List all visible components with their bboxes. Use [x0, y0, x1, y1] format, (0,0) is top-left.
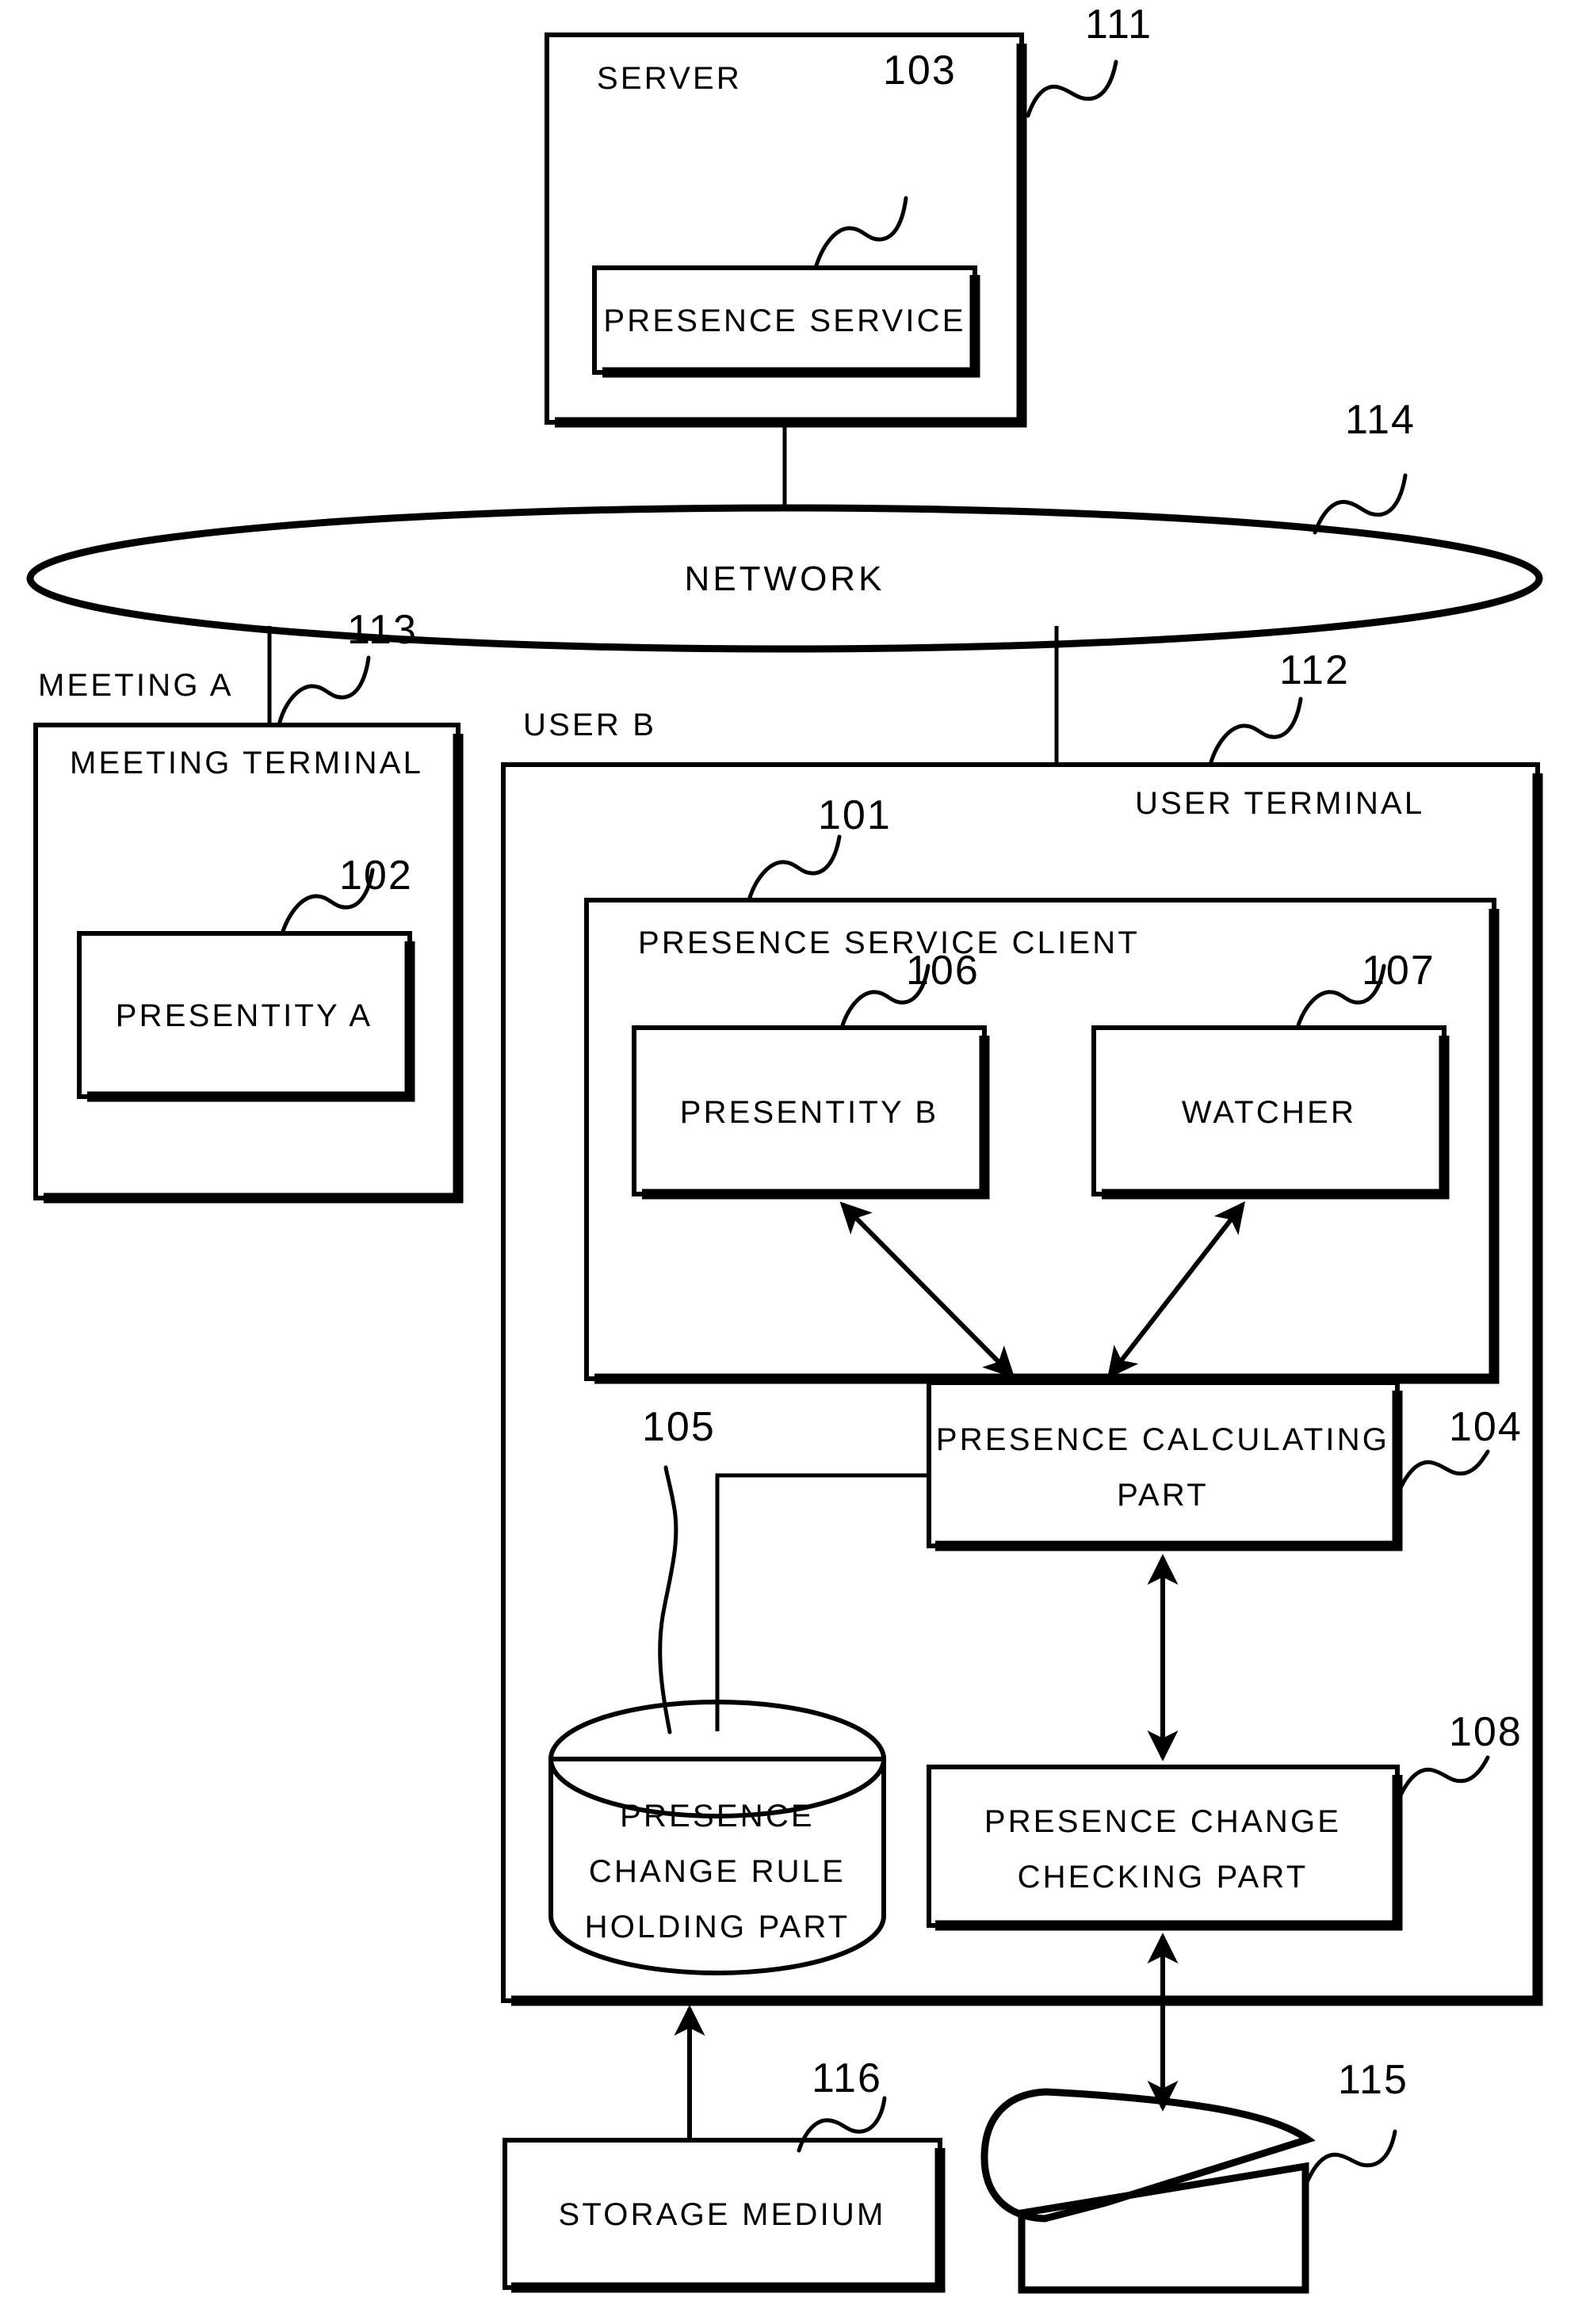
ref-106-number: 106: [906, 948, 980, 994]
user-b-label: USER B: [523, 708, 656, 742]
ref-104-number: 104: [1449, 1404, 1523, 1450]
presence-calculating-part-label-line2: PART: [1117, 1478, 1209, 1513]
user-terminal-label: USER TERMINAL: [1135, 786, 1424, 821]
presence-service-client-label: PRESENCE SERVICE CLIENT: [638, 925, 1140, 960]
block-diagram-svg: SERVER PRESENCE SERVICE 111 103 NETWORK …: [0, 0, 1586, 2324]
watcher-label: WATCHER: [1182, 1095, 1356, 1130]
ref-114-number: 114: [1345, 397, 1416, 443]
presence-change-checking-part-label-line1: PRESENCE CHANGE: [984, 1804, 1341, 1839]
ref-103-number: 103: [883, 48, 957, 93]
ref-107-number: 107: [1362, 948, 1435, 994]
meeting-terminal-label: MEETING TERMINAL: [70, 746, 423, 780]
presence-calculating-part-label-line1: PRESENCE CALCULATING: [936, 1422, 1389, 1457]
rule-holding-label-line1: PRESENCE: [620, 1799, 815, 1834]
ref-116-number: 116: [812, 2055, 882, 2101]
ref-108-number: 108: [1449, 1709, 1523, 1755]
presentity-b-label: PRESENTITY B: [680, 1095, 939, 1130]
presence-service-label: PRESENCE SERVICE: [603, 303, 965, 338]
ref-113-number: 113: [347, 607, 418, 653]
storage-medium-label: STORAGE MEDIUM: [559, 2197, 886, 2232]
rule-holding-label-line2: CHANGE RULE: [589, 1854, 846, 1889]
server-label: SERVER: [597, 61, 742, 96]
patent-figure-canvas: SERVER PRESENCE SERVICE 111 103 NETWORK …: [0, 0, 1586, 2324]
presence-change-checking-part-label-line2: CHECKING PART: [1018, 1860, 1309, 1895]
ref-101-number: 101: [818, 792, 892, 838]
ref-112-number: 112: [1279, 647, 1350, 693]
ref-105-number: 105: [642, 1404, 716, 1450]
meeting-a-label: MEETING A: [38, 668, 234, 703]
presentity-a-label: PRESENTITY A: [116, 998, 373, 1033]
ref-102-number: 102: [339, 853, 413, 899]
network-label: NETWORK: [685, 559, 885, 598]
ref-115-number: 115: [1338, 2057, 1408, 2103]
rule-holding-label-line3: HOLDING PART: [585, 1910, 850, 1944]
ref-111-number: 111: [1085, 2, 1152, 48]
